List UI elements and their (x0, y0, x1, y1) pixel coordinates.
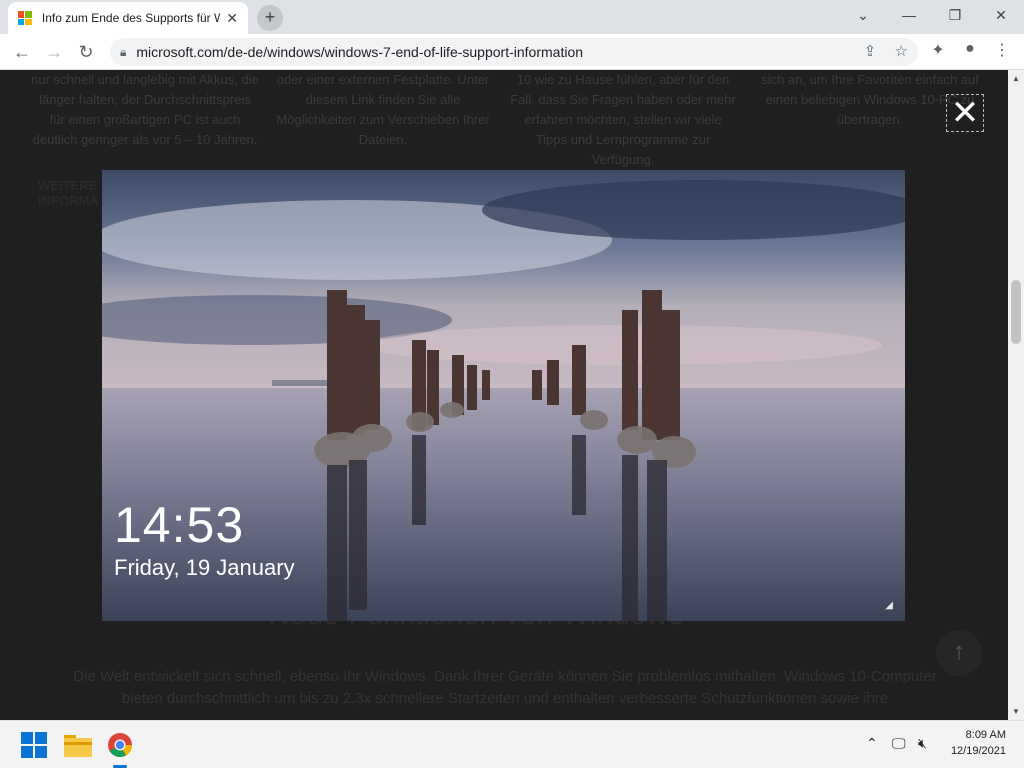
info-column-3: 10 wie zu Hause fühlen, aber für den Fal… (510, 72, 736, 167)
menu-icon[interactable]: ⋮ (990, 40, 1014, 60)
file-explorer-icon[interactable] (62, 729, 94, 761)
star-icon[interactable]: ☆ (895, 43, 908, 60)
scroll-to-top-button[interactable]: ↑ (936, 630, 982, 676)
lightbox-image: 14:53 Friday, 19 January ◢ (102, 170, 905, 621)
network-icon: ◢ (885, 600, 893, 611)
page-scrollbar[interactable]: ▲ ▼ (1008, 70, 1024, 720)
info-column-1: nur schnell und langlebig mit Akkus, die… (31, 72, 259, 147)
profile-icon[interactable]: ● (958, 40, 982, 58)
scrollbar-thumb[interactable] (1011, 280, 1021, 344)
lockscreen-date: Friday, 19 January (114, 555, 295, 580)
new-tab-button[interactable]: + (257, 5, 283, 31)
sound-muted-icon[interactable]: 🔇︎ (918, 735, 927, 752)
url-text[interactable]: microsoft.com/de-de/windows/windows-7-en… (136, 44, 583, 60)
info-column-2: oder einer externen Festplatte. Unter di… (276, 72, 490, 147)
extensions-icon[interactable]: ✦ (926, 40, 950, 60)
forward-icon[interactable]: → (42, 40, 66, 64)
reload-icon[interactable]: ↻ (74, 40, 98, 64)
browser-title-bar: Info zum Ende des Supports für W ✕ + ⌄ —… (0, 0, 1024, 34)
tab-search-button[interactable]: ⌄ (840, 0, 886, 30)
browser-tab[interactable]: Info zum Ende des Supports für W ✕ (8, 2, 248, 34)
close-window-button[interactable]: ✕ (978, 0, 1024, 30)
scroll-up-icon[interactable]: ▲ (1008, 74, 1024, 83)
system-clock[interactable]: 8:09 AM 12/19/2021 (951, 727, 1006, 759)
maximize-button[interactable]: ❐ (932, 0, 978, 30)
minimize-button[interactable]: — (886, 0, 932, 30)
browser-toolbar: ← → ↻ 🔒︎ microsoft.com/de-de/windows/win… (0, 34, 1024, 70)
close-tab-icon[interactable]: ✕ (226, 10, 238, 27)
taskbar: ⌃ 🖵︎ 🔇︎ 8:09 AM 12/19/2021 (0, 720, 1024, 768)
back-icon[interactable]: ← (10, 40, 34, 64)
show-hidden-icons-chevron-icon[interactable]: ⌃ (866, 735, 878, 752)
lockscreen-time: 14:53 (114, 497, 245, 553)
scroll-down-icon[interactable]: ▼ (1008, 707, 1024, 716)
network-monitor-icon[interactable]: 🖵︎ (892, 735, 906, 752)
lock-icon[interactable]: 🔒︎ (120, 45, 126, 60)
chrome-icon[interactable] (104, 729, 136, 768)
close-lightbox-button[interactable]: ✕ (946, 94, 984, 132)
address-bar[interactable]: 🔒︎ microsoft.com/de-de/windows/windows-7… (110, 38, 918, 66)
tray-date: 12/19/2021 (950, 745, 1006, 757)
section-paragraph: Die Welt entwickelt sich schnell, ebenso… (73, 668, 937, 707)
share-icon[interactable]: ⇪ (864, 43, 877, 60)
tab-title: Info zum Ende des Supports für W (41, 11, 221, 25)
start-icon[interactable] (18, 729, 50, 761)
tray-time: 8:09 AM (965, 729, 1006, 741)
more-info-link[interactable]: WEITERE INFORMA (38, 178, 108, 208)
microsoft-logo-icon (18, 11, 32, 25)
